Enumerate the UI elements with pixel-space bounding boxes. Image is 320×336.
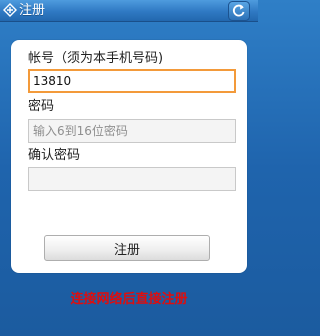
account-label: 帐号（须为本手机号码) bbox=[28, 51, 164, 66]
password-input[interactable] bbox=[28, 119, 236, 143]
password-label: 密码 bbox=[28, 99, 55, 114]
back-button[interactable] bbox=[208, 0, 258, 22]
app-logo-icon bbox=[3, 3, 17, 17]
page-title: 注册 bbox=[19, 3, 46, 18]
back-arrow-icon bbox=[228, 1, 250, 21]
account-input[interactable] bbox=[28, 69, 236, 93]
register-form: 帐号（须为本手机号码) 密码 确认密码 注册 bbox=[11, 40, 247, 273]
network-note: 连接网络后直接注册 bbox=[70, 292, 188, 307]
confirm-password-label: 确认密码 bbox=[28, 148, 81, 163]
title-bar: 注册 bbox=[0, 0, 258, 22]
register-button[interactable]: 注册 bbox=[44, 235, 210, 261]
confirm-password-input[interactable] bbox=[28, 167, 236, 191]
